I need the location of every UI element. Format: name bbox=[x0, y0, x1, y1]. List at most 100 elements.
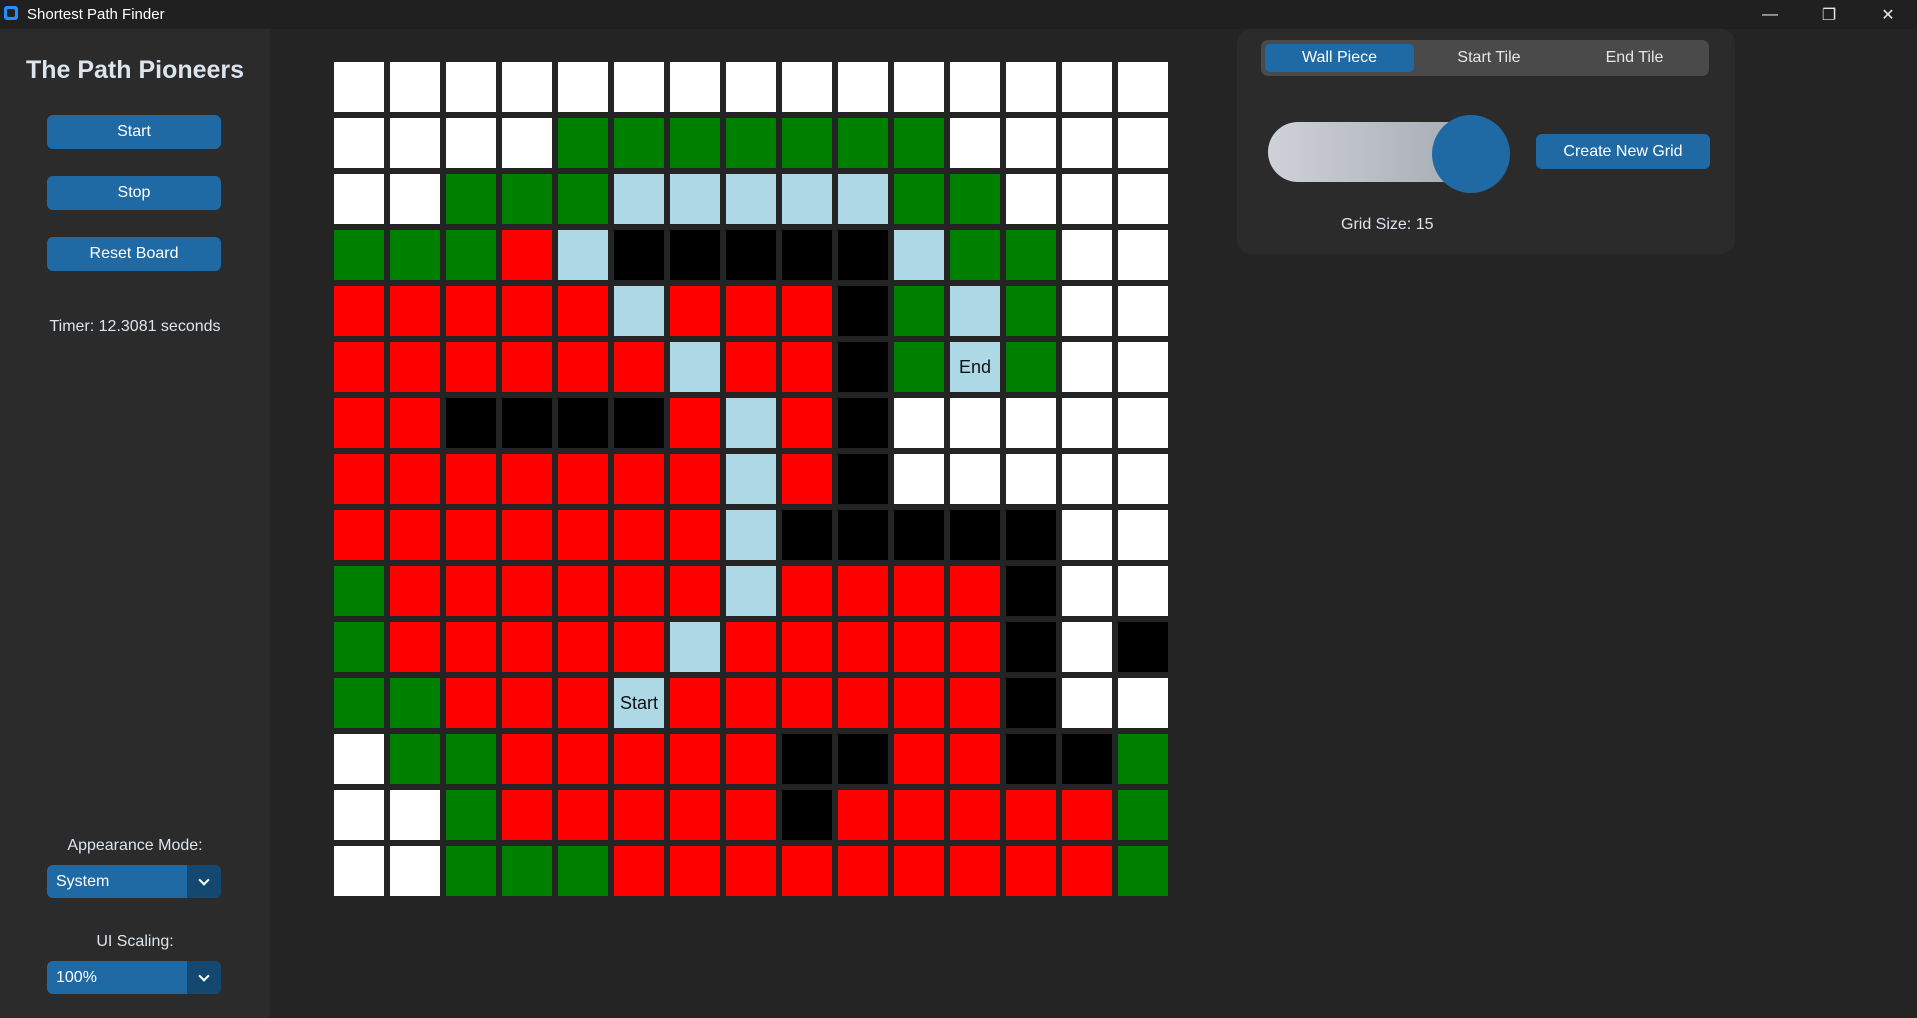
grid-cell-visited[interactable] bbox=[334, 454, 384, 504]
grid-cell-empty[interactable] bbox=[894, 62, 944, 112]
grid-cell-frontier[interactable] bbox=[726, 118, 776, 168]
grid-cell-empty[interactable] bbox=[390, 846, 440, 896]
grid-cell-wall[interactable] bbox=[838, 510, 888, 560]
grid-cell-visited[interactable] bbox=[390, 510, 440, 560]
grid-cell-empty[interactable] bbox=[1118, 286, 1168, 336]
grid-cell-visited[interactable] bbox=[782, 454, 832, 504]
grid-cell-visited[interactable] bbox=[334, 510, 384, 560]
grid-cell-end[interactable]: End bbox=[950, 342, 1000, 392]
grid-cell-wall[interactable] bbox=[670, 230, 720, 280]
grid-cell-visited[interactable] bbox=[1006, 790, 1056, 840]
grid-cell-empty[interactable] bbox=[1118, 678, 1168, 728]
grid-cell-path[interactable] bbox=[670, 622, 720, 672]
grid-cell-visited[interactable] bbox=[614, 566, 664, 616]
grid-cell-frontier[interactable] bbox=[558, 846, 608, 896]
grid-cell-empty[interactable] bbox=[558, 62, 608, 112]
grid-cell-frontier[interactable] bbox=[894, 286, 944, 336]
grid-cell-visited[interactable] bbox=[726, 734, 776, 784]
grid-cell-empty[interactable] bbox=[1118, 230, 1168, 280]
grid-cell-frontier[interactable] bbox=[446, 790, 496, 840]
grid-cell-path[interactable] bbox=[614, 286, 664, 336]
grid-cell-frontier[interactable] bbox=[614, 118, 664, 168]
grid-cell-empty[interactable] bbox=[1118, 454, 1168, 504]
grid-cell-visited[interactable] bbox=[838, 846, 888, 896]
grid-cell-visited[interactable] bbox=[558, 342, 608, 392]
grid-cell-frontier[interactable] bbox=[782, 118, 832, 168]
grid-cell-empty[interactable] bbox=[334, 174, 384, 224]
grid-cell-empty[interactable] bbox=[1006, 454, 1056, 504]
grid-cell-empty[interactable] bbox=[390, 174, 440, 224]
grid-cell-visited[interactable] bbox=[502, 286, 552, 336]
grid-cell-visited[interactable] bbox=[446, 510, 496, 560]
grid-cell-frontier[interactable] bbox=[334, 566, 384, 616]
grid-cell-frontier[interactable] bbox=[334, 230, 384, 280]
grid-cell-frontier[interactable] bbox=[390, 678, 440, 728]
grid-cell-frontier[interactable] bbox=[446, 846, 496, 896]
chevron-down-icon[interactable] bbox=[187, 865, 221, 898]
grid-cell-visited[interactable] bbox=[782, 678, 832, 728]
grid-cell-frontier[interactable] bbox=[1118, 734, 1168, 784]
grid-cell-visited[interactable] bbox=[1062, 846, 1112, 896]
grid-cell-path[interactable] bbox=[558, 230, 608, 280]
grid-cell-empty[interactable] bbox=[838, 62, 888, 112]
grid-cell-visited[interactable] bbox=[390, 454, 440, 504]
grid-cell-frontier[interactable] bbox=[390, 734, 440, 784]
grid-cell-empty[interactable] bbox=[1118, 398, 1168, 448]
grid-cell-wall[interactable] bbox=[1006, 678, 1056, 728]
grid-cell-visited[interactable] bbox=[1062, 790, 1112, 840]
grid-cell-visited[interactable] bbox=[502, 790, 552, 840]
grid-cell-frontier[interactable] bbox=[670, 118, 720, 168]
grid-cell-path[interactable] bbox=[726, 398, 776, 448]
grid-cell-visited[interactable] bbox=[726, 286, 776, 336]
grid-cell-wall[interactable] bbox=[446, 398, 496, 448]
grid-cell-wall[interactable] bbox=[1006, 566, 1056, 616]
grid-cell-empty[interactable] bbox=[950, 118, 1000, 168]
grid-cell-visited[interactable] bbox=[950, 622, 1000, 672]
grid-cell-visited[interactable] bbox=[894, 678, 944, 728]
grid-cell-visited[interactable] bbox=[614, 454, 664, 504]
grid-cell-wall[interactable] bbox=[838, 454, 888, 504]
grid-cell-visited[interactable] bbox=[446, 286, 496, 336]
grid-cell-frontier[interactable] bbox=[446, 230, 496, 280]
grid-cell-visited[interactable] bbox=[502, 566, 552, 616]
grid-cell-visited[interactable] bbox=[502, 734, 552, 784]
grid-cell-visited[interactable] bbox=[502, 622, 552, 672]
grid-cell-visited[interactable] bbox=[390, 566, 440, 616]
grid-cell-empty[interactable] bbox=[614, 62, 664, 112]
grid-cell-visited[interactable] bbox=[838, 566, 888, 616]
grid-cell-visited[interactable] bbox=[502, 510, 552, 560]
grid-cell-empty[interactable] bbox=[1006, 62, 1056, 112]
grid-cell-path[interactable] bbox=[726, 454, 776, 504]
grid-cell-visited[interactable] bbox=[446, 342, 496, 392]
grid-cell-visited[interactable] bbox=[726, 790, 776, 840]
grid-cell-visited[interactable] bbox=[782, 342, 832, 392]
grid-cell-frontier[interactable] bbox=[446, 734, 496, 784]
grid-cell-empty[interactable] bbox=[1062, 510, 1112, 560]
grid-cell-empty[interactable] bbox=[1006, 118, 1056, 168]
grid-cell-frontier[interactable] bbox=[334, 678, 384, 728]
grid-cell-frontier[interactable] bbox=[950, 230, 1000, 280]
grid-cell-visited[interactable] bbox=[558, 622, 608, 672]
grid-cell-wall[interactable] bbox=[782, 790, 832, 840]
grid-cell-wall[interactable] bbox=[838, 286, 888, 336]
grid-cell-frontier[interactable] bbox=[502, 846, 552, 896]
ui-scaling-dropdown[interactable]: 100% bbox=[47, 961, 221, 994]
grid-cell-path[interactable] bbox=[726, 566, 776, 616]
grid-cell-path[interactable] bbox=[670, 174, 720, 224]
grid-cell-empty[interactable] bbox=[726, 62, 776, 112]
grid-cell-path[interactable] bbox=[782, 174, 832, 224]
grid-cell-wall[interactable] bbox=[838, 230, 888, 280]
grid-cell-empty[interactable] bbox=[1062, 286, 1112, 336]
grid-cell-path[interactable] bbox=[894, 230, 944, 280]
grid-cell-frontier[interactable] bbox=[1006, 230, 1056, 280]
grid-cell-wall[interactable] bbox=[782, 734, 832, 784]
grid-cell-empty[interactable] bbox=[502, 62, 552, 112]
grid-cell-wall[interactable] bbox=[726, 230, 776, 280]
grid-cell-visited[interactable] bbox=[894, 790, 944, 840]
grid-cell-path[interactable] bbox=[950, 286, 1000, 336]
grid-cell-visited[interactable] bbox=[838, 622, 888, 672]
grid-cell-visited[interactable] bbox=[502, 454, 552, 504]
grid-cell-visited[interactable] bbox=[950, 846, 1000, 896]
grid-cell-visited[interactable] bbox=[390, 286, 440, 336]
grid-cell-frontier[interactable] bbox=[1118, 790, 1168, 840]
